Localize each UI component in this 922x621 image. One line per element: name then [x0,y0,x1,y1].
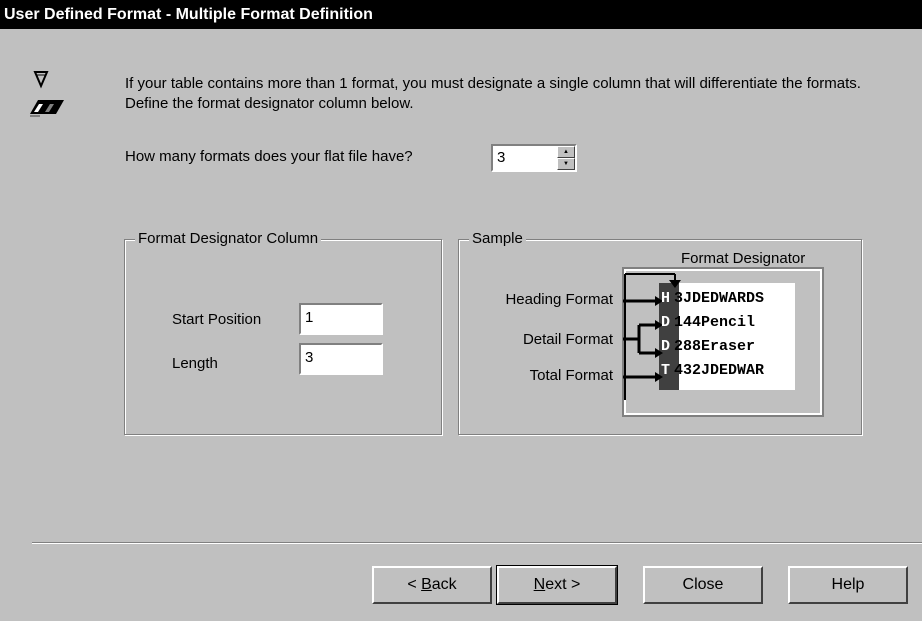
close-button[interactable]: Close [643,566,763,604]
intro-text: If your table contains more than 1 forma… [125,75,861,112]
designator-group: Format Designator Column Start Position … [124,230,442,435]
sample-row-code: D [661,338,671,355]
formats-count-label: How many formats does your flat file hav… [125,148,413,165]
sample-row-text: 144Pencil [674,314,756,331]
format-designator-label: Format Designator [681,250,806,267]
separator-highlight [32,543,922,544]
sample-row-code: H [661,290,671,307]
heading-format-label: Heading Format [505,291,613,308]
sample-row-code: T [661,362,671,379]
up-arrow-icon[interactable]: ▲ [557,146,575,158]
designator-group-title: Format Designator Column [135,230,322,248]
formats-count-spinner[interactable]: 3 ▲ ▼ [491,144,577,172]
wizard-icon [30,71,64,117]
sample-row: H 3JDEDWARDS [661,290,795,314]
sample-group: Sample Format Designator Heading Format … [458,230,862,435]
sample-row-text: 288Eraser [674,338,756,355]
total-format-label: Total Format [529,367,613,384]
length-label: Length [172,355,218,372]
back-button[interactable]: < Back [372,566,492,604]
start-position-field[interactable]: 1 [299,303,383,335]
window-title: User Defined Format - Multiple Format De… [0,0,922,29]
sample-row: T 432JDEDWAR [661,362,795,386]
next-button[interactable]: Next > [496,565,618,605]
sample-diagram [622,267,824,417]
sample-row-text: 3JDEDWARDS [674,290,765,307]
sample-row-text: 432JDEDWAR [674,362,765,379]
detail-format-label: Detail Format [522,331,613,348]
formats-count-value[interactable]: 3 [497,149,505,166]
start-position-label: Start Position [172,311,262,328]
sample-text-area: H 3JDEDWARDS D 144Pencil D 288Eraser T 432JD… [661,290,795,390]
down-arrow-icon[interactable]: ▼ [557,158,575,170]
length-field[interactable]: 3 [299,343,383,375]
sample-row-code: D [661,314,671,331]
help-button[interactable]: Help [788,566,908,604]
sample-row: D 144Pencil [661,314,795,338]
sample-row: D 288Eraser [661,338,795,362]
